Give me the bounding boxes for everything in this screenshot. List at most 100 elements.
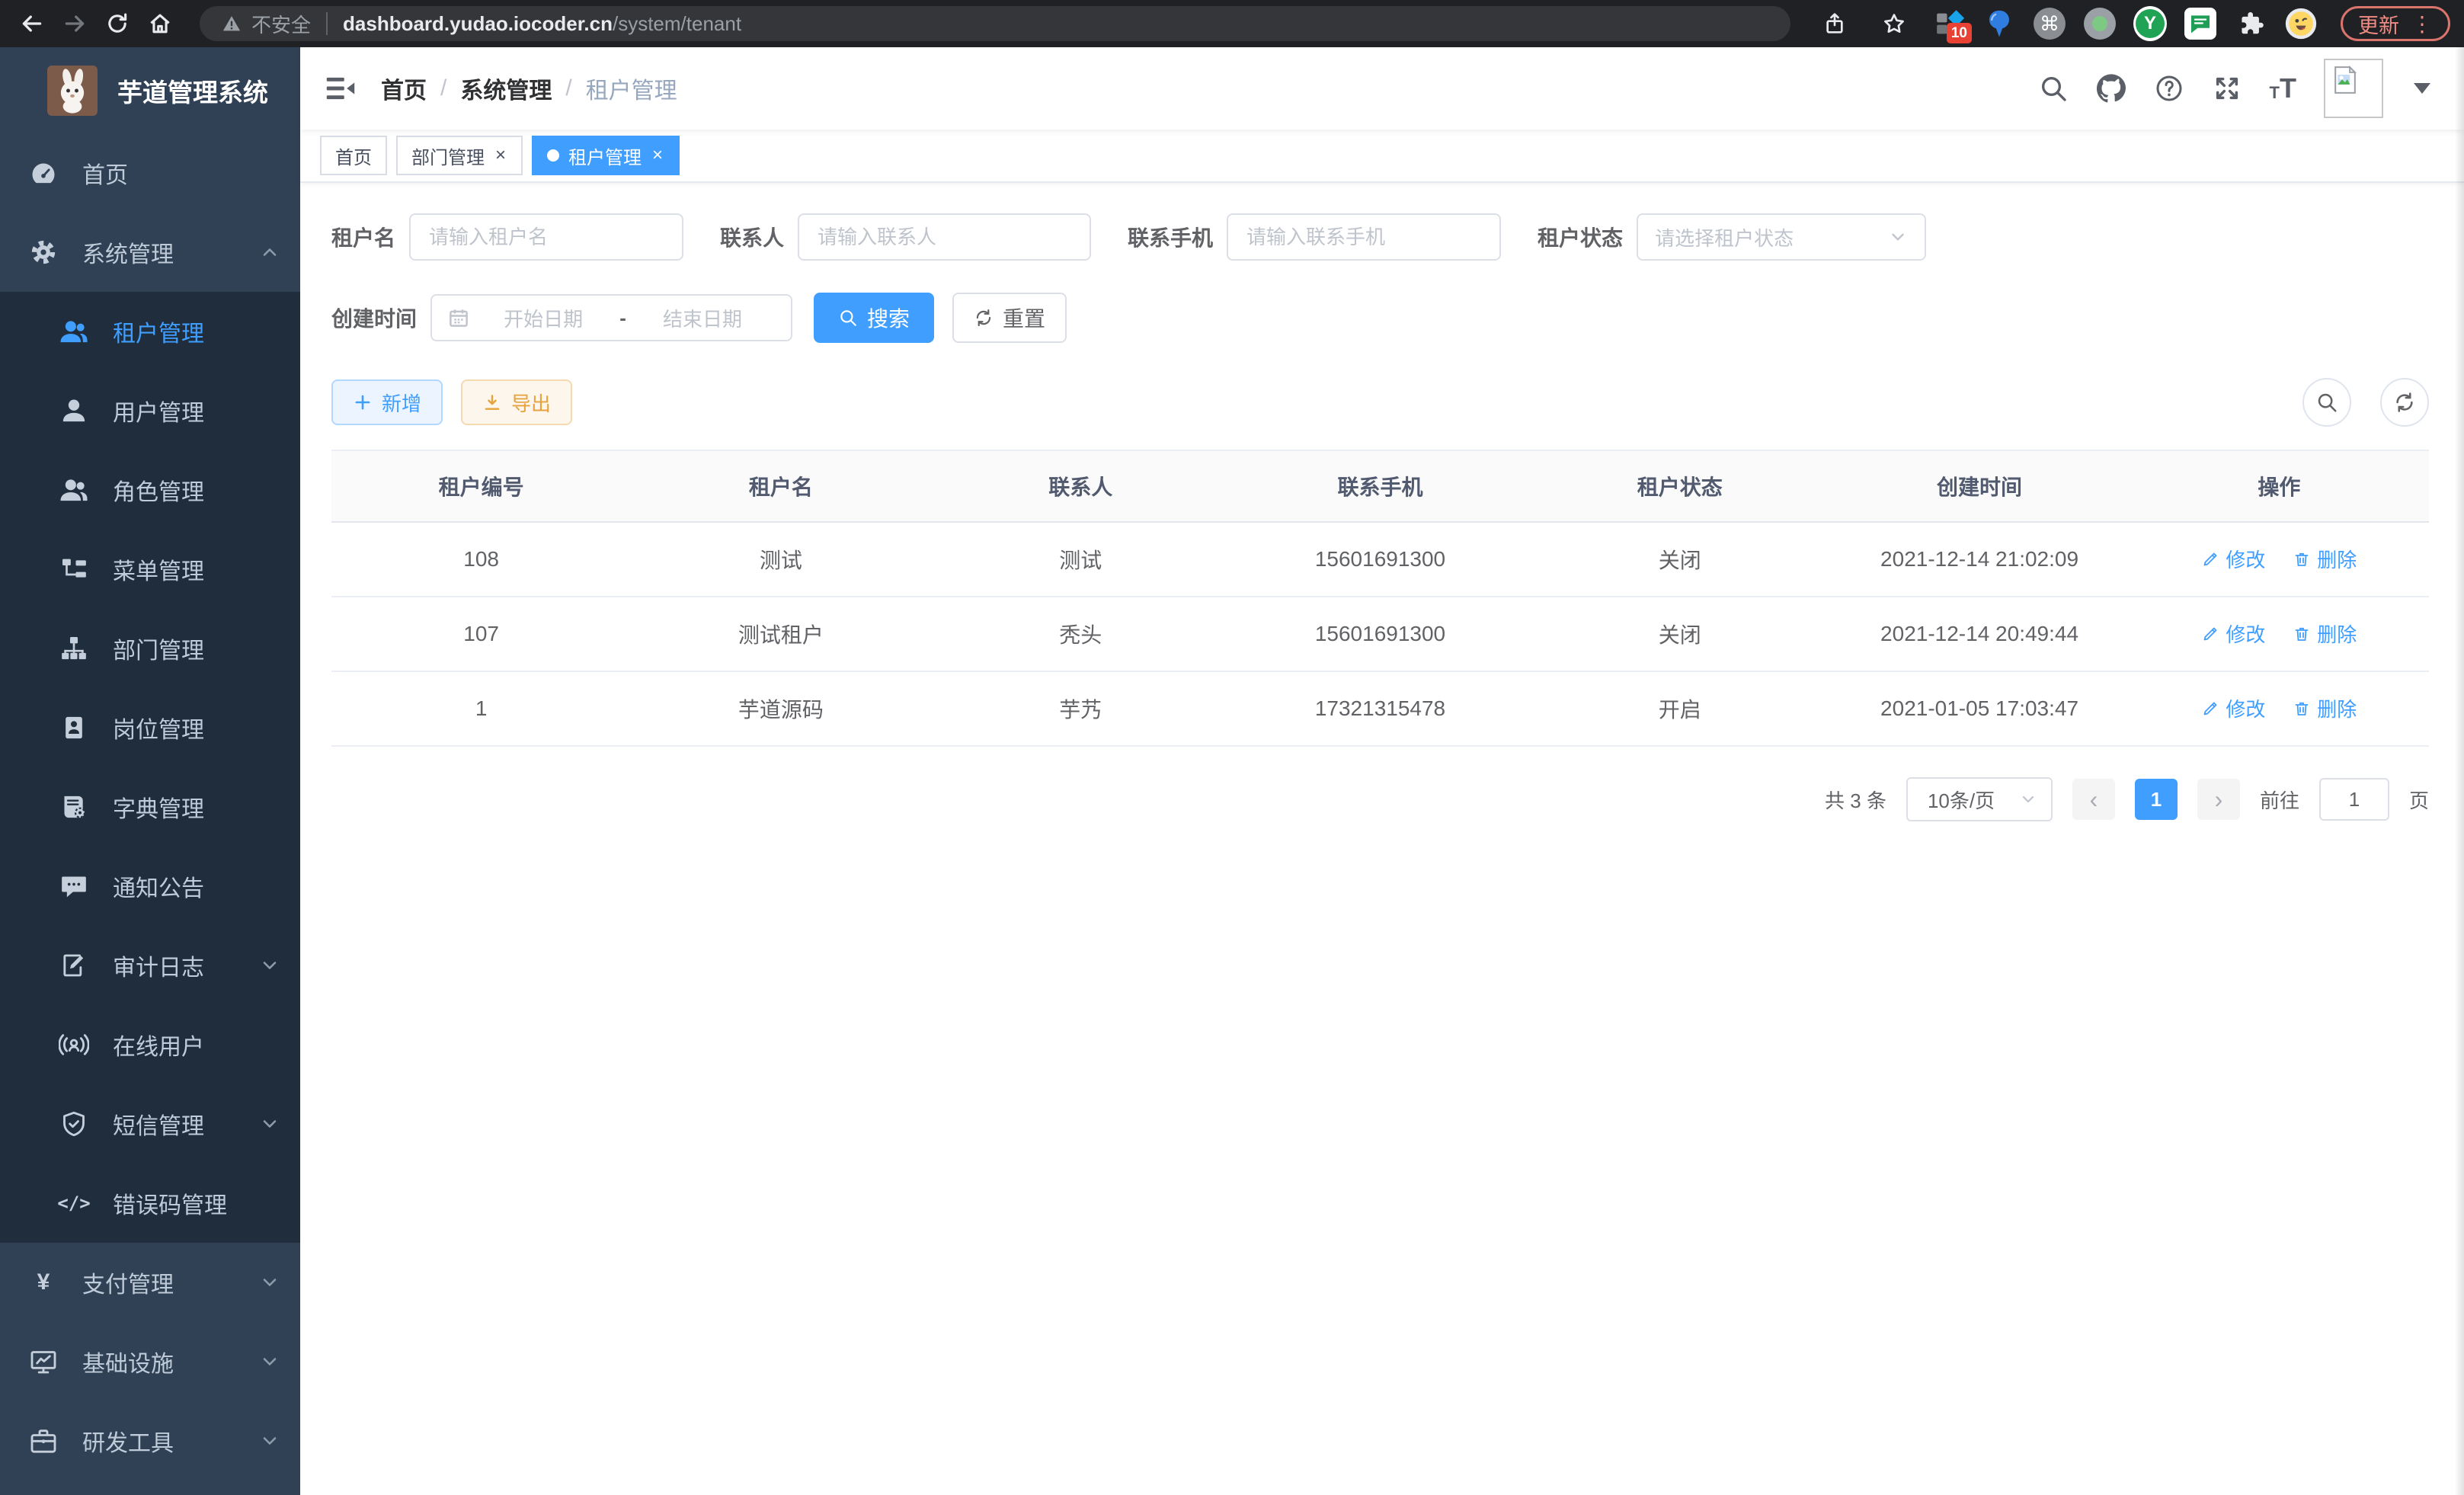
extension-grid-icon[interactable]: 10 — [1932, 7, 1966, 40]
reset-button[interactable]: 重置 — [952, 293, 1067, 343]
refresh-table-button[interactable] — [2380, 378, 2429, 427]
sidebar-item-user[interactable]: 用户管理 — [0, 371, 300, 450]
extension-chat-icon[interactable] — [2184, 7, 2217, 40]
sidebar-item-dict[interactable]: 字典管理 — [0, 767, 300, 847]
add-button[interactable]: 新增 — [331, 379, 443, 425]
breadcrumb-home[interactable]: 首页 — [381, 72, 427, 105]
gear-icon — [27, 236, 59, 268]
show-search-toggle-button[interactable] — [2302, 378, 2351, 427]
post-badge-icon — [58, 712, 90, 744]
sidebar-item-dev-tools[interactable]: 研发工具 — [0, 1401, 300, 1481]
chevron-down-icon — [259, 1351, 280, 1372]
page-size-select[interactable]: 10条/页 — [1906, 777, 2053, 821]
address-bar[interactable]: 不安全 dashboard.yudao.iocoder.cn /system/t… — [200, 6, 1790, 41]
extension-y-icon[interactable]: Y — [2133, 7, 2167, 40]
extension-balloon-icon[interactable] — [1982, 7, 2016, 40]
role-users-icon — [58, 474, 90, 506]
breadcrumb-system[interactable]: 系统管理 — [460, 72, 552, 105]
browser-reload-button[interactable] — [96, 2, 139, 45]
org-chart-icon — [58, 632, 90, 664]
sidebar-item-infra[interactable]: 基础设施 — [0, 1322, 300, 1401]
sidebar-item-role[interactable]: 角色管理 — [0, 450, 300, 530]
tag-tenant[interactable]: 租户管理 × — [532, 136, 680, 175]
sidebar-item-system[interactable]: 系统管理 — [0, 213, 300, 292]
trash-icon — [2293, 550, 2311, 568]
status-text: 关闭 — [1530, 544, 1829, 575]
sidebar-item-home[interactable]: 首页 — [0, 133, 300, 213]
tenant-status-label: 租户状态 — [1538, 222, 1623, 252]
contact-mobile-label: 联系手机 — [1128, 222, 1213, 252]
avatar-caret-down-icon[interactable] — [2414, 83, 2430, 94]
sidebar-item-tenant[interactable]: 租户管理 — [0, 292, 300, 371]
close-icon[interactable]: × — [494, 146, 507, 165]
refresh-icon — [974, 308, 994, 328]
create-time-label: 创建时间 — [331, 303, 417, 333]
dict-book-icon — [58, 791, 90, 823]
sidebar-item-pay[interactable]: ¥ 支付管理 — [0, 1243, 300, 1322]
create-time-range-picker[interactable]: 开始日期 - 结束日期 — [430, 294, 792, 341]
user-avatar[interactable] — [2324, 59, 2383, 118]
extension-badge: 10 — [1947, 23, 1972, 43]
start-date-placeholder: 开始日期 — [470, 304, 616, 332]
contact-name-input[interactable] — [798, 213, 1091, 261]
edit-link[interactable]: 修改 — [2201, 545, 2265, 573]
sidebar-item-notice[interactable]: 通知公告 — [0, 847, 300, 926]
extension-camera-icon[interactable] — [2083, 7, 2117, 40]
browser-menu-icon[interactable]: ⋮ — [2411, 11, 2433, 37]
help-question-icon[interactable] — [2154, 73, 2184, 104]
fullscreen-icon[interactable] — [2212, 73, 2242, 104]
bookmark-star-button[interactable] — [1873, 2, 1915, 45]
tenant-name-label: 租户名 — [331, 222, 395, 252]
extensions-puzzle-icon[interactable] — [2234, 7, 2267, 40]
delete-link[interactable]: 删除 — [2293, 619, 2357, 648]
trash-icon — [2293, 699, 2311, 718]
sidebar-item-error-code[interactable]: </> 错误码管理 — [0, 1164, 300, 1243]
app-logo[interactable]: 芋道管理系统 — [0, 47, 300, 133]
table-header: 租户编号 租户名 联系人 联系手机 租户状态 创建时间 操作 — [331, 451, 2429, 523]
sidebar-item-online-user[interactable]: 在线用户 — [0, 1005, 300, 1084]
browser-back-button[interactable] — [11, 2, 53, 45]
next-page-button[interactable]: › — [2197, 779, 2240, 820]
tag-home[interactable]: 首页 — [320, 136, 387, 175]
edit-link[interactable]: 修改 — [2201, 694, 2265, 722]
profile-avatar[interactable] — [2284, 7, 2318, 40]
contact-mobile-input[interactable] — [1227, 213, 1501, 261]
security-label: 不安全 — [251, 10, 311, 38]
dashboard-icon — [27, 157, 59, 189]
sidebar-item-menu[interactable]: 菜单管理 — [0, 530, 300, 609]
sidebar-item-post[interactable]: 岗位管理 — [0, 688, 300, 767]
tenant-status-select[interactable]: 请选择租户状态 — [1637, 213, 1926, 261]
browser-update-button[interactable]: 更新 ⋮ — [2341, 6, 2450, 41]
sidebar-collapse-icon[interactable] — [323, 71, 358, 106]
update-label: 更新 — [2358, 9, 2399, 39]
delete-link[interactable]: 删除 — [2293, 694, 2357, 722]
current-page-button[interactable]: 1 — [2135, 779, 2178, 820]
sidebar-item-dept[interactable]: 部门管理 — [0, 609, 300, 688]
search-button[interactable]: 搜索 — [814, 293, 934, 343]
sidebar-item-sms[interactable]: 短信管理 — [0, 1084, 300, 1164]
share-button[interactable] — [1813, 2, 1856, 45]
page-jump-input[interactable] — [2319, 778, 2389, 821]
font-size-icon[interactable]: TT — [2270, 76, 2296, 101]
delete-link[interactable]: 删除 — [2293, 545, 2357, 573]
close-icon[interactable]: × — [651, 146, 664, 165]
browser-home-button[interactable] — [139, 2, 181, 45]
chevron-down-icon — [259, 1113, 280, 1135]
prev-page-button[interactable]: ‹ — [2072, 779, 2115, 820]
sms-shield-icon — [58, 1108, 90, 1140]
header-search-icon[interactable] — [2038, 73, 2069, 104]
app-title: 芋道管理系统 — [117, 72, 268, 109]
tenant-users-icon — [58, 315, 90, 347]
sidebar-item-audit-log[interactable]: 审计日志 — [0, 926, 300, 1005]
export-button[interactable]: 导出 — [461, 379, 572, 425]
url-host: dashboard.yudao.iocoder.cn — [343, 12, 613, 36]
tenant-name-input[interactable] — [409, 213, 683, 261]
edit-link[interactable]: 修改 — [2201, 619, 2265, 648]
url-divider — [326, 12, 328, 35]
table-row: 108 测试 测试 15601691300 关闭 2021-12-14 21:0… — [331, 523, 2429, 597]
tag-dept[interactable]: 部门管理 × — [396, 136, 523, 175]
extension-command-icon[interactable]: ⌘ — [2033, 7, 2066, 40]
github-icon[interactable] — [2096, 73, 2126, 104]
browser-forward-button[interactable] — [53, 2, 96, 45]
chevron-down-icon — [2019, 790, 2037, 808]
